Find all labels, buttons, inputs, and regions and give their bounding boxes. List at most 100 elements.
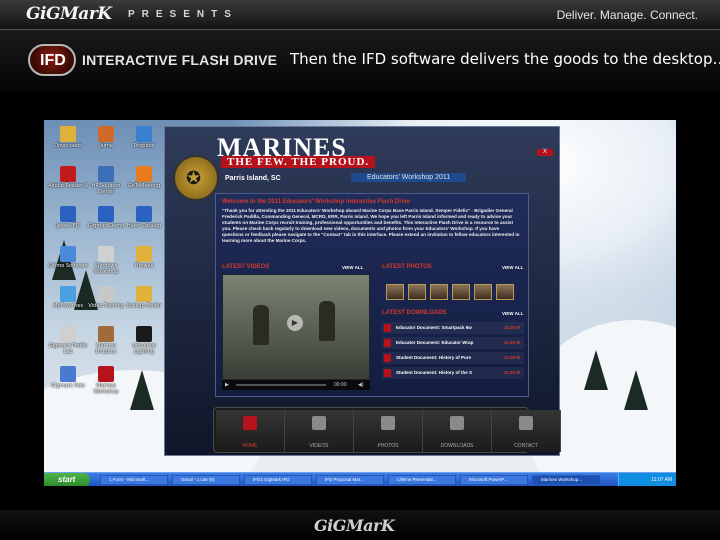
nav-tab-photos[interactable]: PHOTOS [354,410,423,452]
desktop-icon[interactable]: Windows Workshop [86,246,126,275]
desktop-icon[interactable]: Jaime [86,126,126,149]
desktop-icon-label: Firewall [134,263,154,269]
product-name: INTERACTIVE FLASH DRIVE [82,52,278,68]
desktop-icon-label: Universal Lighting [132,343,156,355]
desktop-icon-label: GigmarkDemo [87,223,125,229]
desktop-icon[interactable]: Jewel IFD [48,206,88,229]
seek-bar[interactable] [236,384,326,386]
desktop-icon[interactable]: HP Solution Center [86,166,126,195]
nav-tab-label: HOME [242,443,258,449]
slide-caption: Then the IFD software delivers the goods… [290,50,720,68]
desktop-icon-label: Downloads [54,143,82,149]
desktop-icon-label: Marines Dropbox [95,343,117,355]
download-row[interactable]: Educator Document: Smartpack 6w 10.25 M [382,322,524,334]
document-icon [384,369,391,377]
file-icon [60,326,76,342]
taskbar-task[interactable]: Gmail - 1 Lite (6) [172,475,240,485]
desktop-icon-label: Windows Workshop [93,263,119,275]
soldier-figure [319,301,335,341]
latest-videos-heading: LATEST VIDEOS [222,264,270,270]
app-nav-bar: HOME VIDEOS PHOTOS DOWNLOADS CONTACT [213,407,561,453]
taskbar-task[interactable]: IFD Proposal Mar... [316,475,384,485]
nav-tab-videos[interactable]: VIDEOS [285,410,354,452]
desktop-icon[interactable]: Downloads [48,126,88,149]
tree-shape [130,370,154,410]
document-icon [384,339,391,347]
desktop-icon[interactable]: Gigmark Profile Lab [48,326,88,355]
desktop-icon[interactable]: Marines Dropbox [86,326,126,355]
download-row[interactable]: Student Document: History of Pure 10.25 M [382,352,524,364]
desktop-icon[interactable]: GoToMeeting [124,166,164,189]
desktop-icon[interactable]: Video Training [86,286,126,309]
nav-tab-downloads[interactable]: DOWNLOADS [423,410,492,452]
latest-downloads-heading: LATEST DOWNLOADS [382,310,447,316]
file-icon [60,166,76,182]
file-icon [136,126,152,142]
windows-taskbar: start 1 Form - Microsoft... Gmail - 1 Lit… [44,472,676,486]
desktop-icon[interactable]: Backup Folder [124,286,164,309]
photo-thumbnail[interactable] [452,284,470,300]
photo-thumbnail[interactable] [408,284,426,300]
photo-thumbnail[interactable] [430,284,448,300]
close-button[interactable]: X [537,149,553,156]
desktop-icon[interactable]: Marines Workshop [86,366,126,395]
event-label: Educators' Workshop 2011 [351,173,467,182]
play-button-icon[interactable]: ▶ [225,382,229,388]
home-icon [243,416,257,430]
marines-app-window[interactable]: ✪ MARINES THE FEW. THE PROUD. X Parris I… [164,126,561,456]
desktop-icon[interactable]: Firewall [124,246,164,269]
file-icon [136,246,152,262]
start-button[interactable]: start [44,473,90,486]
welcome-heading: Welcome to the 2011 Educators' Workshop … [222,199,410,205]
play-icon[interactable]: ▶ [287,315,303,331]
latest-photos-heading: LATEST PHOTOS [382,264,432,270]
photo-thumbnail[interactable] [474,284,492,300]
taskbar-task[interactable]: Lifeline Presentati... [388,475,456,485]
taskbar-task[interactable]: IFD3 GigMark IFD [244,475,312,485]
videos-view-all-link[interactable]: VIEW ALL [342,265,363,270]
desktop-icon-label: MyFavorites [53,303,83,309]
download-size: 10.25 M [503,325,520,330]
usmc-emblem-icon: ✪ [173,155,219,201]
taskbar-task[interactable]: Microsoft PowerP... [460,475,528,485]
download-row[interactable]: Educator Document: Educator Wrap 10.25 M [382,337,524,349]
volume-icon[interactable]: ◀) [358,382,364,388]
desktop-icon-label: GoToMeeting [127,183,161,189]
desktop-icon[interactable]: MyFavorites [48,286,88,309]
desktop-icon[interactable]: Gigmark Foto [48,366,88,389]
file-icon [98,326,114,342]
desktop-icon[interactable]: Universal Lighting [124,326,164,355]
desktop-icon[interactable]: Ultimo Software [48,246,88,269]
video-player[interactable]: ▶ [222,274,370,380]
slide-top-bar: GiGMarK PRESENTS Deliver. Manage. Connec… [0,0,720,30]
file-icon [98,166,114,182]
photos-view-all-link[interactable]: VIEW ALL [502,265,523,270]
file-icon [98,206,114,222]
file-icon [60,126,76,142]
downloads-view-all-link[interactable]: VIEW ALL [502,311,523,316]
nav-tab-contact[interactable]: CONTACT [492,410,561,452]
desktop-icon-label: HP Solution Center [91,183,121,195]
desktop-icon[interactable]: GigmarkDemo [86,206,126,229]
file-icon [136,286,152,302]
presents-label: PRESENTS [128,9,238,20]
desktop-icon[interactable]: Adobe Reader 9 [48,166,88,189]
file-icon [60,246,76,262]
nav-tab-label: DOWNLOADS [440,443,474,449]
desktop-icon[interactable]: Haier Catalog [124,206,164,229]
nav-tab-home[interactable]: HOME [216,410,285,452]
footer-gigmark-logo: GiGMarK [314,516,395,535]
contact-icon [519,416,533,430]
welcome-text: "Thank you for attending the 2011 Educat… [222,208,520,243]
download-row[interactable]: Student Document: History of the S 10.25 … [382,367,524,379]
file-icon [98,126,114,142]
document-icon [384,324,391,332]
taskbar-task[interactable]: Marines Workshop... [532,475,600,485]
taskbar-task[interactable]: 1 Form - Microsoft... [100,475,168,485]
nav-tab-label: VIDEOS [309,443,329,449]
photo-thumbnail[interactable] [386,284,404,300]
desktop-icon[interactable]: Dropbox [124,126,164,149]
desktop-icon-label: Gigmark Foto [51,383,85,389]
file-icon [98,286,114,302]
photo-thumbnail[interactable] [496,284,514,300]
